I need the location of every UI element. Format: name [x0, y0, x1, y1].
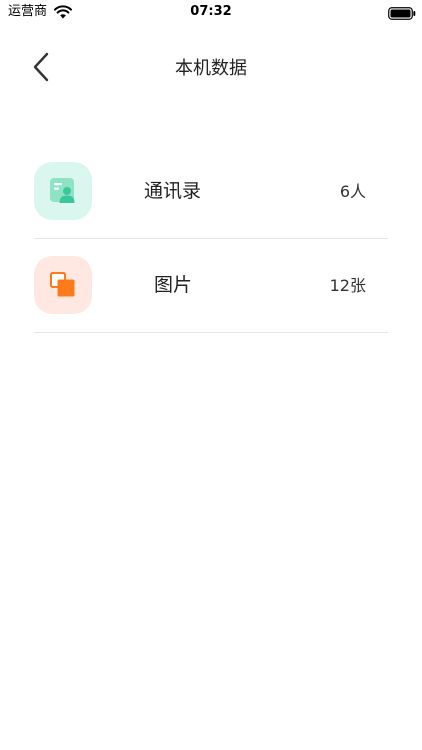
data-list: 通讯录 6人 图片 12张 — [34, 145, 388, 333]
page-title: 本机数据 — [175, 58, 247, 79]
clock: 07:32 — [190, 4, 232, 19]
list-item-photos[interactable]: 图片 12张 — [34, 239, 388, 333]
contacts-icon — [34, 162, 92, 220]
back-button[interactable] — [22, 50, 60, 88]
contacts-count: 6人 — [339, 182, 366, 201]
photos-label: 图片 — [154, 274, 193, 296]
chevron-left-icon — [32, 52, 50, 86]
photos-count: 12张 — [329, 276, 366, 295]
navigation-bar: 本机数据 — [0, 44, 422, 94]
list-item-contacts[interactable]: 通讯录 6人 — [34, 145, 388, 239]
status-bar: 运营商 07:32 — [0, 0, 422, 24]
contacts-label: 通讯录 — [144, 180, 202, 202]
battery-icon — [388, 5, 416, 20]
photos-icon — [34, 256, 92, 314]
